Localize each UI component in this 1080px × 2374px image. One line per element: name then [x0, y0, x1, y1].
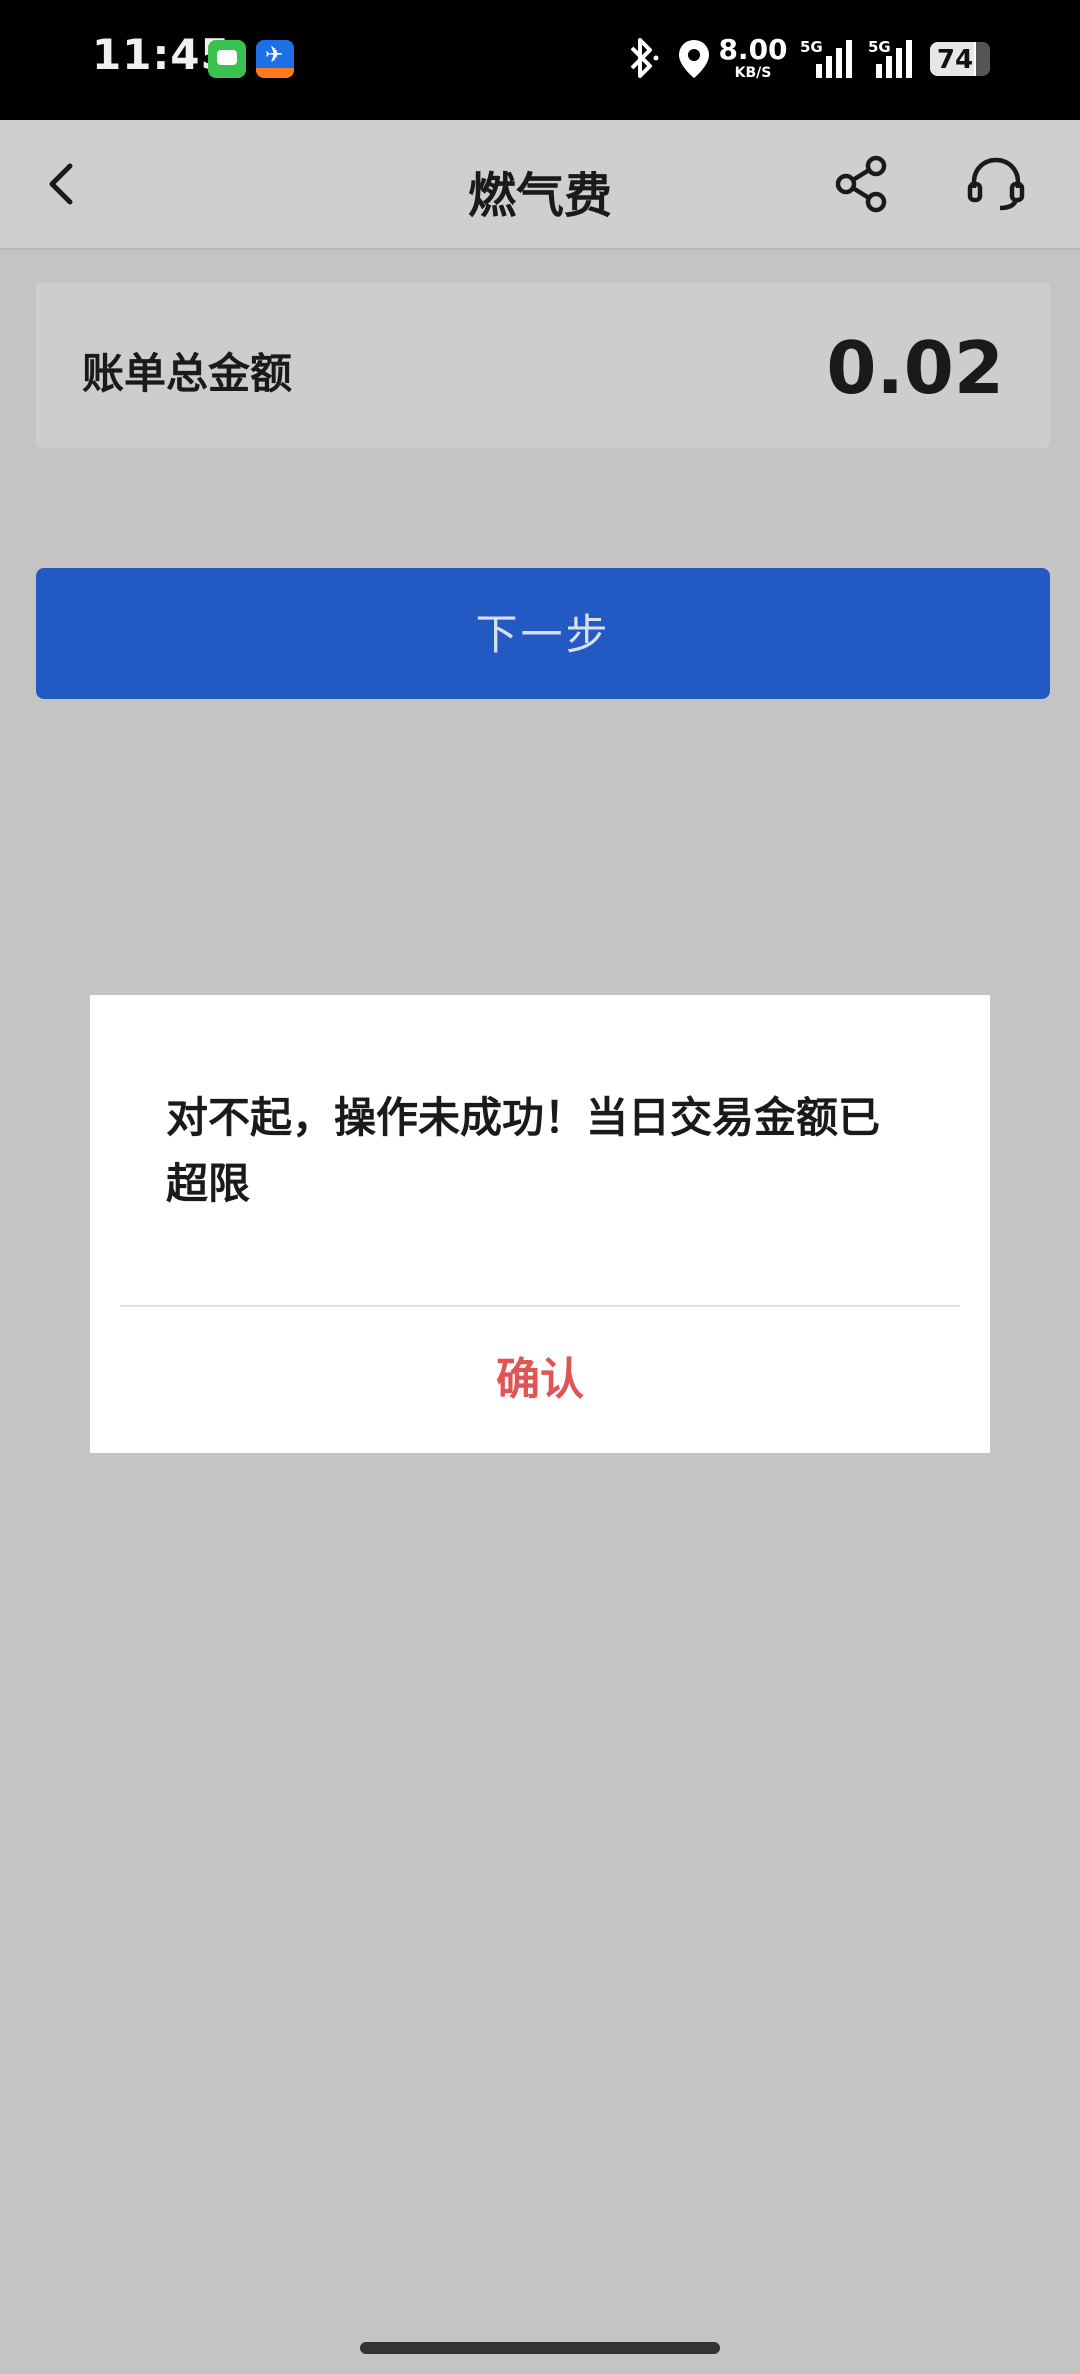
bill-amount-card: 账单总金额 0.02	[36, 282, 1050, 448]
page-title: 燃气费	[467, 168, 612, 224]
next-step-button[interactable]: 下一步	[36, 568, 1050, 699]
location-icon	[679, 40, 709, 78]
bill-amount-value: 0.02	[826, 326, 1004, 410]
battery-percent: 74	[936, 45, 974, 75]
home-indicator[interactable]	[360, 2342, 720, 2354]
bluetooth-icon	[630, 38, 659, 78]
bill-amount-label: 账单总金额	[82, 349, 293, 398]
messages-app-icon	[208, 40, 246, 78]
nav-bar: 燃气费	[0, 120, 1080, 250]
customer-service-icon[interactable]	[964, 152, 1028, 216]
status-bar: 11:45 ✈ 8.00 KB/S 5G 5G 74	[0, 0, 1080, 120]
signal-icon-2	[876, 40, 912, 78]
network-speed: 8.00 KB/S	[718, 33, 788, 81]
travel-app-icon: ✈	[256, 40, 294, 78]
error-dialog: 对不起，操作未成功！当日交易金额已超限 确认	[90, 995, 990, 1453]
network-speed-unit: KB/S	[734, 65, 772, 81]
share-icon[interactable]	[830, 152, 894, 216]
dialog-message: 对不起，操作未成功！当日交易金额已超限	[166, 1093, 881, 1208]
signal-icon	[816, 40, 852, 78]
confirm-button[interactable]: 确认	[90, 1307, 990, 1453]
network-speed-value: 8.00	[718, 33, 788, 66]
battery-icon: 74	[930, 42, 990, 76]
